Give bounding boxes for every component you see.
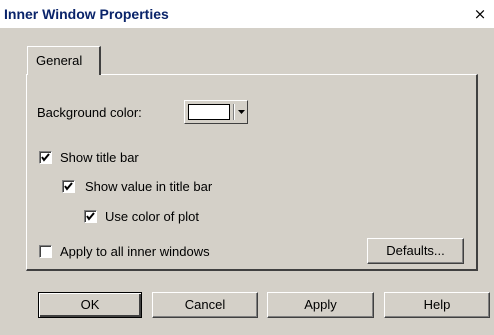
tab-general-label: General [36, 53, 83, 68]
title-bar: Inner Window Properties × [0, 0, 494, 28]
inner-window-properties-dialog: Inner Window Properties × General Backgr… [0, 0, 494, 335]
help-button[interactable]: Help [384, 292, 490, 318]
checkmark-icon [64, 182, 73, 191]
show-value-in-title-bar-label: Show value in title bar [85, 179, 213, 194]
background-color-picker[interactable] [184, 100, 248, 124]
color-swatch [188, 104, 230, 120]
close-icon[interactable]: × [470, 4, 490, 24]
use-color-of-plot-checkbox[interactable] [84, 210, 97, 223]
apply-to-all-inner-windows-label: Apply to all inner windows [60, 244, 210, 259]
chevron-down-icon [238, 110, 245, 114]
defaults-button[interactable]: Defaults... [367, 238, 464, 264]
cancel-button[interactable]: Cancel [152, 292, 258, 318]
ok-button[interactable]: OK [38, 292, 142, 318]
apply-to-all-inner-windows-checkbox[interactable] [39, 245, 52, 258]
window-title: Inner Window Properties [4, 6, 169, 22]
background-color-label: Background color: [37, 105, 142, 120]
show-title-bar-label: Show title bar [60, 150, 139, 165]
show-title-bar-checkbox[interactable] [39, 151, 52, 164]
checkmark-icon [41, 153, 50, 162]
use-color-of-plot-label: Use color of plot [105, 209, 199, 224]
apply-button[interactable]: Apply [267, 292, 374, 318]
tab-general[interactable]: General [27, 46, 101, 75]
checkmark-icon [86, 212, 95, 221]
show-value-in-title-bar-checkbox[interactable] [62, 180, 75, 193]
picker-divider [233, 104, 235, 120]
